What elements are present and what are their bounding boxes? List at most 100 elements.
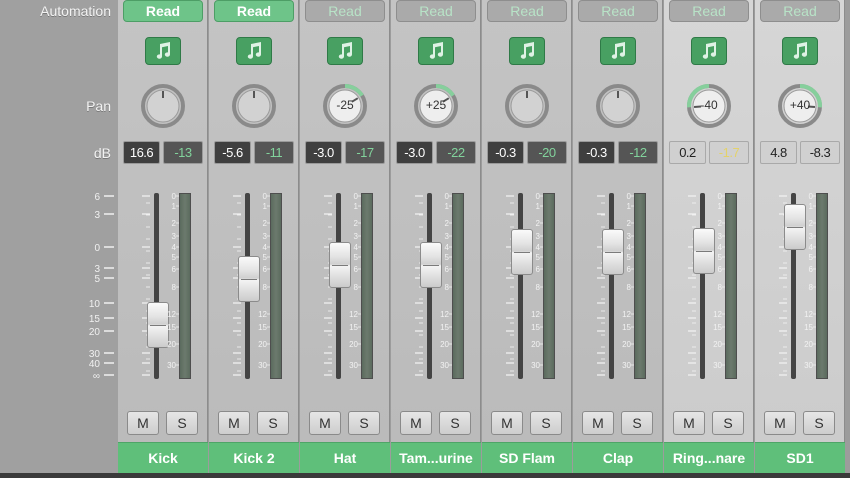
fader-scale-tick: 6 (94, 192, 100, 203)
channel-name[interactable]: Kick (118, 442, 208, 473)
solo-button[interactable]: S (257, 411, 289, 435)
meter-scale-tick: 4 (354, 243, 359, 252)
meter-scale: 0123456812152030 (440, 192, 452, 370)
mixer-window: Automation Pan dB 6 3 0 3 5 10 15 20 30 40 ∞ Read … (0, 0, 850, 478)
meter-scale-tick: 5 (718, 253, 723, 262)
level-meter (816, 193, 828, 379)
level-meter (543, 193, 555, 379)
meter-scale-tick: 20 (167, 340, 176, 349)
level-meter (179, 193, 191, 379)
meter-scale-tick: 3 (627, 232, 632, 241)
meter-scale-tick: 30 (531, 361, 540, 370)
meter-scale-tick: 3 (172, 232, 177, 241)
mute-button[interactable]: M (218, 411, 250, 435)
meter-scale-tick: 30 (349, 361, 358, 370)
meter-scale-tick: 12 (531, 310, 540, 319)
meter-scale-tick: 4 (809, 243, 814, 252)
fader-scale-master: 630351015203040∞ (89, 192, 114, 382)
fader-track (609, 193, 614, 379)
fader-scale-tick: 0 (94, 243, 100, 254)
meter-scale-tick: 8 (172, 283, 177, 292)
meter-scale-tick: 8 (445, 283, 450, 292)
fader-scale-tick: 10 (89, 299, 101, 310)
channel-name[interactable]: Clap (573, 442, 663, 473)
meter-scale-tick: 3 (263, 232, 268, 241)
fader-scale-tick: 5 (94, 274, 100, 285)
mute-button[interactable]: M (309, 411, 341, 435)
solo-button[interactable]: S (712, 411, 744, 435)
meter-scale-tick: 6 (172, 265, 177, 274)
channel-name[interactable]: Hat (300, 442, 390, 473)
level-meter (270, 193, 282, 379)
meter-scale-tick: 12 (622, 310, 631, 319)
meter-scale-tick: 4 (263, 243, 268, 252)
meter-scale-tick: 6 (445, 265, 450, 274)
meter-scale-tick: 0 (172, 192, 177, 201)
meter-scale: 0123456812152030 (713, 192, 725, 370)
solo-button[interactable]: S (439, 411, 471, 435)
meter-scale-tick: 1 (263, 202, 268, 211)
meter-scale-tick: 4 (172, 243, 177, 252)
mute-button[interactable]: M (673, 411, 705, 435)
channel-strip: Read -5.6 -11 0 1 2 3 4 5 6 8 12 15 20 30 M S Kick … (209, 0, 299, 478)
meter-scale-tick: 3 (718, 232, 723, 241)
meter-scale-tick: 8 (354, 283, 359, 292)
meter-scale-tick: 12 (167, 310, 176, 319)
meter-scale-tick: 15 (713, 323, 722, 332)
meter-scale: 0123456812152030 (167, 192, 179, 370)
meter-scale-tick: 1 (445, 202, 450, 211)
meter-scale-tick: 5 (172, 253, 177, 262)
channel-name[interactable]: Ring...nare (664, 442, 754, 473)
meter-scale-tick: 15 (167, 323, 176, 332)
solo-button[interactable]: S (803, 411, 835, 435)
mute-button[interactable]: M (491, 411, 523, 435)
meter-scale-tick: 4 (445, 243, 450, 252)
meter-scale-tick: 20 (713, 340, 722, 349)
meter-scale-tick: 15 (622, 323, 631, 332)
meter-scale-tick: 8 (627, 283, 632, 292)
mute-button[interactable]: M (400, 411, 432, 435)
solo-button[interactable]: S (530, 411, 562, 435)
fader-track (518, 193, 523, 379)
level-meter (361, 193, 373, 379)
meter-scale: 0123456812152030 (258, 192, 270, 370)
channel-name[interactable]: SD1 (755, 442, 845, 473)
channel-strip: Read -0.3 -20 0 1 2 3 4 5 6 8 12 15 20 30 M S SD Fl… (482, 0, 572, 478)
meter-scale-tick: 1 (627, 202, 632, 211)
meter-scale-tick: 3 (809, 232, 814, 241)
fader-scale-tick: 3 (94, 210, 100, 221)
mute-button[interactable]: M (127, 411, 159, 435)
channel-strip: Read -25 -3.0 -17 0 1 2 3 4 5 6 8 12 15 20 30 M S H… (300, 0, 390, 478)
meter-scale-tick: 6 (354, 265, 359, 274)
fader-track (700, 193, 705, 379)
bottom-divider (0, 473, 850, 478)
channel-name[interactable]: Kick 2 (209, 442, 299, 473)
meter-scale-tick: 0 (627, 192, 632, 201)
meter-scale-tick: 6 (809, 265, 814, 274)
channel-name[interactable]: SD Flam (482, 442, 572, 473)
meter-scale-tick: 20 (622, 340, 631, 349)
solo-button[interactable]: S (348, 411, 380, 435)
meter-scale-tick: 8 (809, 283, 814, 292)
meter-scale: 0123456812152030 (349, 192, 361, 370)
mute-button[interactable]: M (582, 411, 614, 435)
meter-scale-tick: 1 (718, 202, 723, 211)
meter-scale-tick: 6 (718, 265, 723, 274)
meter-scale-tick: 30 (804, 361, 813, 370)
meter-scale-tick: 0 (809, 192, 814, 201)
meter-scale-tick: 15 (531, 323, 540, 332)
level-meter (634, 193, 646, 379)
mute-button[interactable]: M (764, 411, 796, 435)
meter-scale-tick: 0 (718, 192, 723, 201)
solo-button[interactable]: S (621, 411, 653, 435)
solo-button[interactable]: S (166, 411, 198, 435)
meter-scale-tick: 5 (627, 253, 632, 262)
meter-scale-tick: 12 (258, 310, 267, 319)
fader-scale-tick: 20 (89, 327, 101, 338)
channel-strip: Read -40 0.2 -1.7 0 1 2 3 4 5 6 8 12 15 20 30 M S R… (664, 0, 754, 478)
meter-scale-tick: 4 (536, 243, 541, 252)
meter-scale-tick: 1 (809, 202, 814, 211)
meter-scale-tick: 12 (440, 310, 449, 319)
channel-name[interactable]: Tam...urine (391, 442, 481, 473)
meter-scale-tick: 1 (536, 202, 541, 211)
